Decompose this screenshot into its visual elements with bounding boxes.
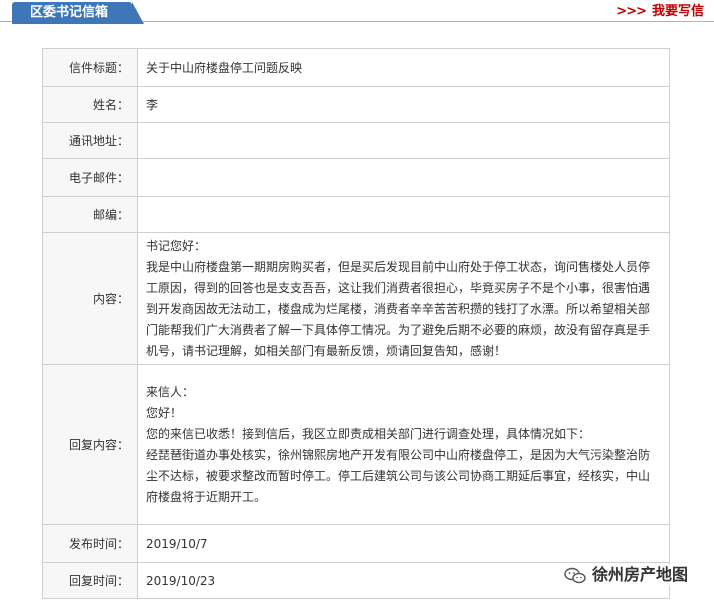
mailbox-title: 区委书记信箱: [30, 5, 109, 20]
name-value: 李: [137, 86, 670, 123]
watermark: 徐州房产地图: [559, 564, 692, 586]
sent-time-label: 发布时间：: [42, 524, 138, 563]
write-letter-link[interactable]: >>> 我要写信: [616, 3, 704, 21]
postcode-value: [137, 196, 670, 233]
write-letter-label: 我要写信: [651, 4, 704, 19]
postcode-row: 邮编：: [42, 196, 670, 233]
subject-label: 信件标题：: [42, 48, 138, 87]
address-value: [137, 122, 670, 159]
mailbox-header: 区委书记信箱 >>> 我要写信: [0, 0, 714, 24]
email-label: 电子邮件：: [42, 158, 138, 197]
content-label: 内容：: [42, 232, 138, 365]
mailbox-title-tab: 区委书记信箱: [12, 2, 144, 24]
letter-detail-table: 信件标题： 关于中山府楼盘停工问题反映 姓名： 李 通讯地址： 电子邮件： 邮编…: [42, 48, 670, 599]
content-row: 内容： 书记您好： 我是中山府楼盘第一期期房购买者，但是买后发现目前中山府处于停…: [42, 232, 670, 365]
arrows-icon: >>>: [616, 4, 647, 19]
name-row: 姓名： 李: [42, 86, 670, 123]
reply-time-label: 回复时间：: [42, 562, 138, 599]
subject-value: 关于中山府楼盘停工问题反映: [137, 48, 670, 87]
wechat-icon: [564, 567, 586, 583]
sent-time-value: 2019/10/7: [137, 524, 670, 563]
reply-line-3: 您的来信已收悉！接到信后，我区立即责成相关部门进行调查处理，具体情况如下：: [146, 426, 591, 441]
address-label: 通讯地址：: [42, 122, 138, 159]
content-value: 书记您好： 我是中山府楼盘第一期期房购买者，但是买后发现目前中山府处于停工状态，…: [137, 232, 670, 365]
content-body: 我是中山府楼盘第一期期房购买者，但是买后发现目前中山府处于停工状态，询问售楼处人…: [146, 259, 651, 358]
reply-line-1: 来信人：: [146, 384, 195, 399]
reply-value: 来信人： 您好！ 您的来信已收悉！接到信后，我区立即责成相关部门进行调查处理，具…: [137, 364, 670, 525]
watermark-text: 徐州房产地图: [591, 565, 688, 584]
email-value: [137, 158, 670, 197]
email-row: 电子邮件：: [42, 158, 670, 197]
content-greeting: 书记您好：: [146, 238, 207, 253]
name-label: 姓名：: [42, 86, 138, 123]
reply-row: 回复内容： 来信人： 您好！ 您的来信已收悉！接到信后，我区立即责成相关部门进行…: [42, 364, 670, 525]
subject-row: 信件标题： 关于中山府楼盘停工问题反映: [42, 48, 670, 87]
postcode-label: 邮编：: [42, 196, 138, 233]
reply-line-4: 经琵琶街道办事处核实，徐州锦熙房地产开发有限公司中山府楼盘停工，是因为大气污染整…: [146, 447, 651, 504]
reply-line-2: 您好！: [146, 405, 183, 420]
reply-label: 回复内容：: [42, 364, 138, 525]
address-row: 通讯地址：: [42, 122, 670, 159]
sent-time-row: 发布时间： 2019/10/7: [42, 524, 670, 563]
